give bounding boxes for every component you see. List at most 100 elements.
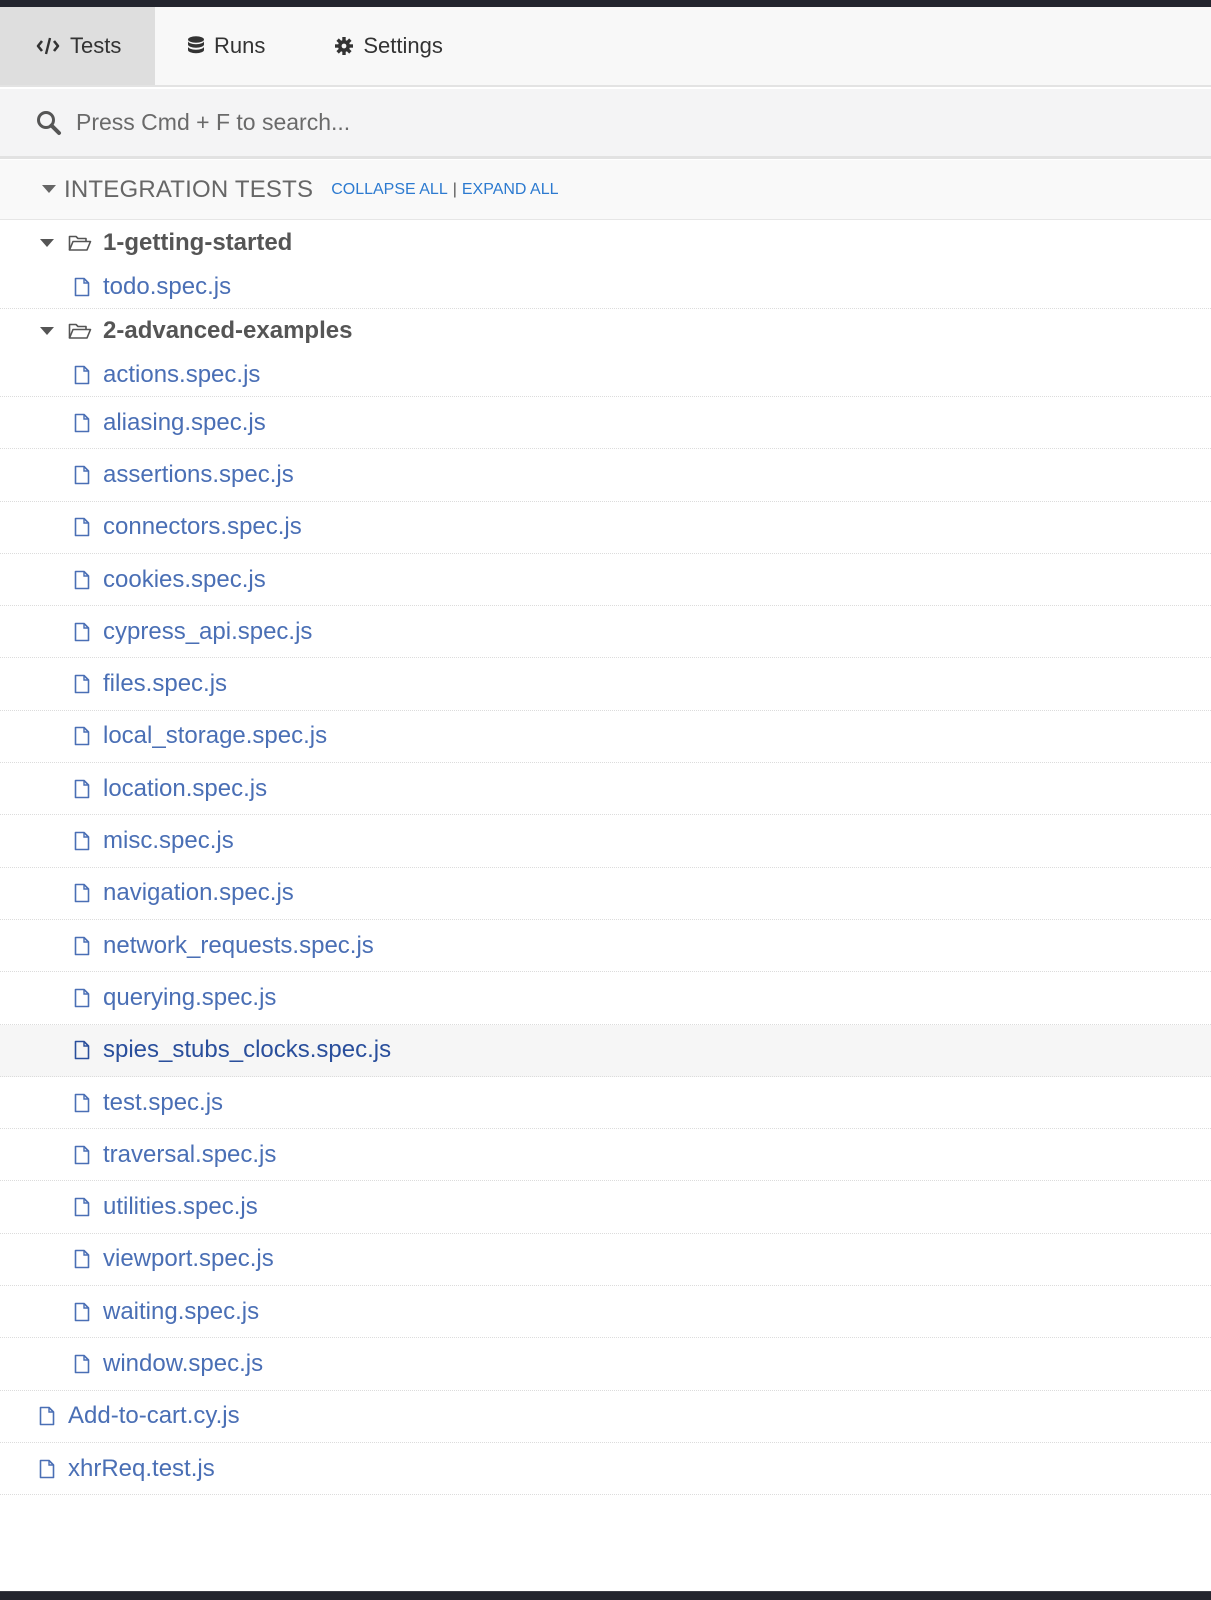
top-nav: Tests Runs Settings — [0, 7, 1211, 87]
spec-file-name: cypress_api.spec.js — [103, 617, 313, 645]
search-bar — [0, 89, 1211, 159]
spec-file-name: assertions.spec.js — [103, 460, 294, 488]
folder-name: 2-advanced-examples — [103, 317, 353, 344]
spec-file-name: xhrReq.test.js — [68, 1454, 215, 1482]
spec-file-name: window.spec.js — [103, 1349, 264, 1377]
spec-file-name: test.spec.js — [103, 1088, 224, 1116]
spec-tree: 1-getting-started todo.spec.js 2-advanced-… — [0, 221, 1211, 1496]
spec-file-name: viewport.spec.js — [103, 1245, 274, 1273]
spec-file-row[interactable]: cypress_api.spec.js — [0, 606, 1211, 659]
spec-file-row[interactable]: querying.spec.js — [0, 972, 1211, 1025]
caret-down-icon[interactable] — [40, 326, 54, 336]
window-top-bar — [0, 0, 1211, 7]
spec-file-row[interactable]: connectors.spec.js — [0, 502, 1211, 554]
database-icon — [188, 36, 204, 56]
spec-file-name: utilities.spec.js — [103, 1193, 258, 1221]
file-icon — [74, 1302, 90, 1322]
search-input[interactable] — [76, 109, 776, 136]
folder-name: 1-getting-started — [103, 229, 293, 256]
file-icon — [74, 936, 90, 956]
file-icon — [74, 570, 90, 590]
spec-file-row[interactable]: local_storage.spec.js — [0, 711, 1211, 764]
spec-file-name: querying.spec.js — [103, 983, 277, 1011]
spec-file-row[interactable]: todo.spec.js — [0, 265, 1211, 309]
spec-file-row[interactable]: Add-to-cart.cy.js — [0, 1391, 1211, 1443]
tab-runs-label: Runs — [214, 33, 266, 58]
caret-down-icon[interactable] — [40, 238, 54, 248]
spec-file-name: misc.spec.js — [103, 827, 234, 855]
tab-settings[interactable]: Settings — [300, 7, 478, 85]
spec-file-name: connectors.spec.js — [103, 513, 302, 541]
spec-file-name: cookies.spec.js — [103, 565, 266, 593]
search-icon — [36, 110, 62, 136]
spec-file-name: location.spec.js — [103, 774, 268, 802]
file-icon — [74, 413, 90, 433]
spec-file-name: navigation.spec.js — [103, 879, 294, 907]
spec-file-name: Add-to-cart.cy.js — [68, 1402, 240, 1430]
file-icon — [74, 831, 90, 851]
spec-file-row[interactable]: xhrReq.test.js — [0, 1443, 1211, 1496]
spec-file-row[interactable]: cookies.spec.js — [0, 554, 1211, 607]
spec-file-name: traversal.spec.js — [103, 1140, 277, 1168]
file-icon — [74, 465, 90, 485]
folder-open-icon — [68, 234, 92, 252]
spec-file-row[interactable]: window.spec.js — [0, 1338, 1211, 1391]
file-icon — [74, 277, 90, 297]
window-bottom-bar — [0, 1591, 1211, 1600]
spec-file-row[interactable]: location.spec.js — [0, 763, 1211, 816]
file-icon — [74, 988, 90, 1008]
section-actions: COLLAPSE ALL | EXPAND ALL — [331, 181, 558, 199]
folder-row-2-advanced-examples[interactable]: 2-advanced-examples — [0, 309, 1211, 353]
spec-file-row[interactable]: misc.spec.js — [0, 815, 1211, 868]
spec-file-name: files.spec.js — [103, 670, 228, 698]
spec-file-row[interactable]: test.spec.js — [0, 1077, 1211, 1130]
spec-file-name: local_storage.spec.js — [103, 722, 328, 750]
spec-file-name: spies_stubs_clocks.spec.js — [103, 1036, 392, 1064]
file-icon — [74, 1093, 90, 1113]
spec-file-row-selected[interactable]: spies_stubs_clocks.spec.js — [0, 1024, 1211, 1077]
spec-file-row[interactable]: navigation.spec.js — [0, 868, 1211, 920]
section-title: INTEGRATION TESTS — [64, 175, 314, 203]
spec-file-row[interactable]: utilities.spec.js — [0, 1181, 1211, 1234]
gear-icon — [335, 37, 354, 55]
spec-file-row[interactable]: waiting.spec.js — [0, 1286, 1211, 1339]
file-icon — [74, 622, 90, 642]
spec-file-name: todo.spec.js — [103, 272, 232, 300]
file-icon — [74, 883, 90, 903]
spec-file-row[interactable]: traversal.spec.js — [0, 1129, 1211, 1182]
spec-file-row[interactable]: aliasing.spec.js — [0, 397, 1211, 450]
file-icon — [74, 1249, 90, 1269]
file-icon — [74, 1197, 90, 1217]
file-icon — [74, 674, 90, 694]
spec-file-row[interactable]: assertions.spec.js — [0, 449, 1211, 502]
code-icon — [36, 37, 60, 55]
file-icon — [74, 365, 90, 385]
file-icon — [39, 1406, 55, 1426]
file-icon — [39, 1459, 55, 1479]
spec-file-name: actions.spec.js — [103, 360, 261, 388]
tab-tests[interactable]: Tests — [0, 7, 155, 85]
separator: | — [452, 180, 457, 198]
folder-open-icon — [68, 322, 92, 340]
tab-tests-label: Tests — [70, 33, 122, 58]
file-icon — [74, 517, 90, 537]
tab-settings-label: Settings — [363, 33, 443, 58]
spec-file-name: waiting.spec.js — [103, 1297, 260, 1325]
file-icon — [74, 1040, 90, 1060]
caret-down-icon[interactable] — [42, 185, 56, 194]
spec-file-row[interactable]: files.spec.js — [0, 658, 1211, 711]
file-icon — [74, 726, 90, 746]
collapse-all-link[interactable]: COLLAPSE ALL — [331, 181, 448, 199]
file-icon — [74, 779, 90, 799]
integration-tests-header: INTEGRATION TESTS COLLAPSE ALL | EXPAND … — [0, 160, 1211, 220]
expand-all-link[interactable]: EXPAND ALL — [462, 181, 559, 199]
tab-runs[interactable]: Runs — [155, 7, 300, 85]
spec-file-name: aliasing.spec.js — [103, 408, 266, 436]
spec-file-row[interactable]: network_requests.spec.js — [0, 920, 1211, 973]
folder-row-1-getting-started[interactable]: 1-getting-started — [0, 221, 1211, 265]
spec-file-row[interactable]: actions.spec.js — [0, 353, 1211, 397]
spec-file-row[interactable]: viewport.spec.js — [0, 1234, 1211, 1287]
file-icon — [74, 1145, 90, 1165]
spec-file-name: network_requests.spec.js — [103, 931, 374, 959]
file-icon — [74, 1354, 90, 1374]
